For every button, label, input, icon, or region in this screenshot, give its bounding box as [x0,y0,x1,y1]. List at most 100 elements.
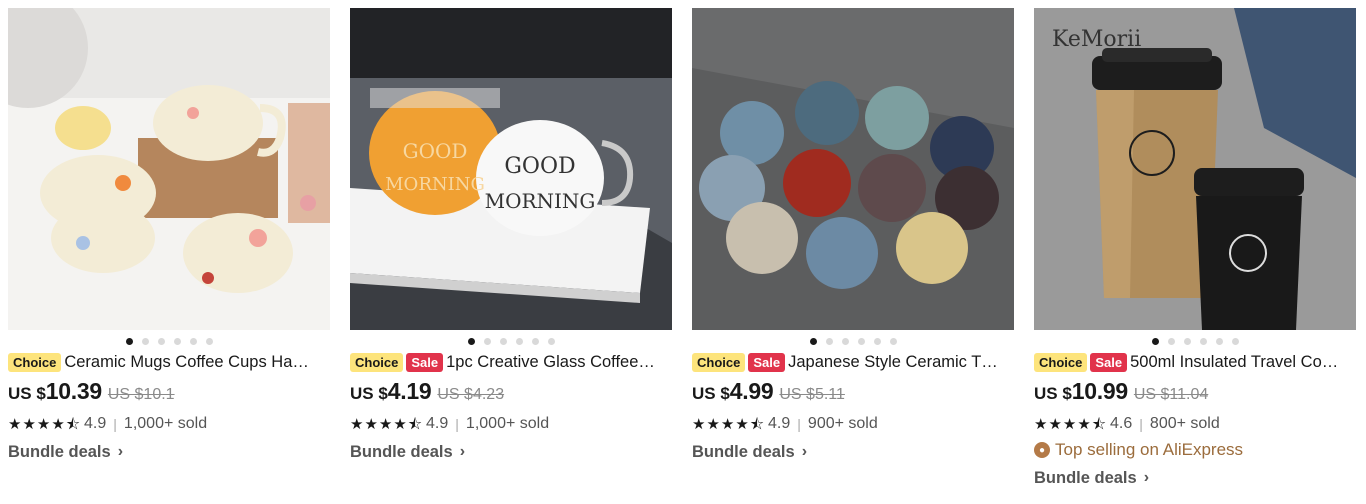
pagination-dot[interactable] [499,337,507,345]
pagination-dot[interactable] [173,337,181,345]
pagination-dot[interactable] [515,337,523,345]
chevron-right-icon: › [459,443,466,460]
star-full-icon: ★ [22,415,36,433]
pagination-dot[interactable] [1231,337,1239,345]
pagination-dot[interactable] [1199,337,1207,345]
pagination-dot[interactable] [1167,337,1175,345]
pagination-dot[interactable] [531,337,539,345]
rating-row: ★ ★ ★ ★ ⯪ 4.9 | 1,000+ sold [8,412,330,436]
pagination-dot[interactable] [467,337,475,345]
image-pagination [8,330,330,352]
star-full-icon: ★ [735,415,749,433]
pagination-dot[interactable] [841,337,849,345]
product-title-row[interactable]: Choice Sale Japanese Style Ceramic T… [692,352,1014,372]
star-full-icon: ★ [378,415,393,433]
star-full-icon: ★ [364,415,378,433]
pagination-dot[interactable] [873,337,881,345]
star-full-icon: ★ [1077,415,1091,433]
pagination-dot[interactable] [483,337,491,345]
product-title[interactable]: Japanese Style Ceramic T… [788,353,1014,372]
rating-value: 4.9 [768,415,791,432]
sold-count: 1,000+ sold [465,415,550,432]
rating-value: 4.9 [426,415,449,432]
product-photo-glass-mugs: GOOD MORNING GOOD MORNING [350,8,672,330]
pagination-dot[interactable] [889,337,897,345]
product-title[interactable]: Ceramic Mugs Coffee Cups Ha… [64,353,330,372]
choice-badge: Choice [1034,352,1088,372]
divider: | [113,416,117,432]
current-price: US $10.39 [8,378,102,405]
rating-row: ★ ★ ★ ★ ⯪ 4.6 | 800+ sold [1034,412,1356,436]
pagination-dot[interactable] [1215,337,1223,345]
product-card[interactable]: KeMorii Choice Sale 500ml Insulated Trav… [1034,8,1356,491]
product-title[interactable]: 500ml Insulated Travel Co… [1130,353,1356,372]
price-row: US $4.99 US $5.11 [692,372,1014,406]
bundle-deals-link[interactable]: Bundle deals › [692,439,1014,465]
product-image[interactable] [692,8,1014,330]
price-currency: US $ [1034,384,1072,403]
product-title-row[interactable]: Choice Sale 1pc Creative Glass Coffee… [350,352,672,372]
pagination-dot[interactable] [141,337,149,345]
sale-badge: Sale [406,352,444,372]
star-full-icon: ★ [706,415,720,433]
divider: | [455,416,459,432]
star-rating: ★ ★ ★ ★ ⯪ [350,417,422,432]
product-card[interactable]: Choice Sale Japanese Style Ceramic T… US… [692,8,1014,465]
pagination-dot[interactable] [157,337,165,345]
product-card[interactable]: Choice Ceramic Mugs Coffee Cups Ha… US $… [8,8,330,465]
product-image[interactable] [8,8,330,330]
product-photo-ceramic-cups [692,8,1014,330]
pagination-dot[interactable] [825,337,833,345]
sold-count: 800+ sold [1149,415,1220,432]
price-currency: US $ [350,384,388,403]
star-full-icon: ★ [350,415,364,433]
chevron-right-icon: › [801,443,808,460]
bundle-deals-link[interactable]: Bundle deals › [8,439,330,465]
product-image[interactable]: GOOD MORNING GOOD MORNING [350,8,672,330]
pagination-dot[interactable] [205,337,213,345]
price-row: US $10.99 US $11.04 [1034,372,1356,406]
product-title-row[interactable]: Choice Sale 500ml Insulated Travel Co… [1034,352,1356,372]
star-rating: ★ ★ ★ ★ ⯪ [1034,417,1106,432]
product-title[interactable]: 1pc Creative Glass Coffee… [446,353,672,372]
bundle-deals-label: Bundle deals [350,442,453,461]
sale-badge: Sale [748,352,786,372]
bundle-deals-label: Bundle deals [1034,468,1137,487]
pagination-dot[interactable] [125,337,133,345]
star-full-icon: ★ [51,415,65,433]
current-price: US $4.99 [692,378,774,405]
current-price: US $10.99 [1034,378,1128,405]
pagination-dot[interactable] [1183,337,1191,345]
pagination-dot[interactable] [1151,337,1159,345]
price-currency: US $ [692,384,730,403]
image-pagination [350,330,672,352]
product-photo-ceramic-mugs [8,8,330,330]
svg-text:MORNING: MORNING [385,174,485,195]
sold-count: 900+ sold [807,415,878,432]
price-row: US $4.19 US $4.23 [350,372,672,406]
star-half-icon: ⯪ [65,415,81,433]
pagination-dot[interactable] [189,337,197,345]
product-card[interactable]: GOOD MORNING GOOD MORNING Choice Sale 1p… [350,8,672,465]
star-full-icon: ★ [1048,415,1062,433]
svg-text:MORNING: MORNING [485,189,596,213]
fire-icon: ● [1034,442,1050,458]
original-price: US $11.04 [1133,386,1209,403]
divider: | [797,416,801,432]
chevron-right-icon: › [117,443,124,460]
choice-badge: Choice [8,352,62,372]
pagination-dot[interactable] [809,337,817,345]
pagination-dot[interactable] [857,337,865,345]
top-selling-label: Top selling on AliExpress [1055,440,1244,459]
bundle-deals-label: Bundle deals [692,442,795,461]
star-half-icon: ⯪ [1091,415,1107,433]
product-image[interactable]: KeMorii [1034,8,1356,330]
star-half-icon: ⯪ [407,415,423,433]
top-selling-badge[interactable]: ● Top selling on AliExpress [1034,438,1356,462]
choice-badge: Choice [692,352,746,372]
bundle-deals-link[interactable]: Bundle deals › [350,439,672,465]
image-pagination [692,330,1014,352]
product-title-row[interactable]: Choice Ceramic Mugs Coffee Cups Ha… [8,352,330,372]
pagination-dot[interactable] [547,337,555,345]
bundle-deals-link[interactable]: Bundle deals › [1034,465,1356,491]
